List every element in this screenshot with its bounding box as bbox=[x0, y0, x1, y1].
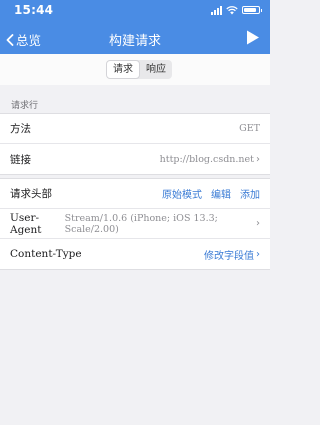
headers-actions: 原始模式 编辑 添加 bbox=[162, 186, 260, 201]
url-value-wrap: http://blog.csdn.net › bbox=[160, 154, 260, 165]
edit-button[interactable]: 编辑 bbox=[211, 186, 231, 201]
header-name: User-Agent bbox=[10, 211, 42, 236]
headers-title: 请求头部 bbox=[10, 188, 52, 200]
chevron-right-icon: › bbox=[256, 218, 260, 229]
chevron-right-icon: › bbox=[256, 248, 260, 260]
header-value: 修改字段值 bbox=[204, 250, 254, 262]
status-time: 15:44 bbox=[14, 3, 54, 17]
add-button[interactable]: 添加 bbox=[240, 186, 260, 201]
headers-title-row: 请求头部 原始模式 编辑 添加 bbox=[0, 179, 270, 209]
header-value: Stream/1.0.6 (iPhone; iOS 13.3; Scale/2.… bbox=[64, 212, 218, 235]
status-icons bbox=[211, 5, 262, 15]
segment-request[interactable]: 请求 bbox=[106, 60, 140, 79]
send-play-icon[interactable] bbox=[246, 30, 260, 45]
header-name: Content-Type bbox=[10, 248, 82, 260]
method-value: GET bbox=[239, 123, 260, 134]
header-row-user-agent[interactable]: User-Agent Stream/1.0.6 (iPhone; iOS 13.… bbox=[0, 209, 270, 239]
cellular-signal-icon bbox=[211, 5, 222, 15]
header-value-wrap: Stream/1.0.6 (iPhone; iOS 13.3; Scale/2.… bbox=[65, 213, 260, 235]
segment-response[interactable]: 响应 bbox=[140, 60, 172, 79]
request-line-group: 方法 GET 链接 http://blog.csdn.net › bbox=[0, 113, 270, 175]
method-row[interactable]: 方法 GET bbox=[0, 114, 270, 144]
page-title: 构建请求 bbox=[108, 34, 161, 49]
chevron-right-icon: › bbox=[256, 153, 260, 165]
wifi-icon bbox=[226, 5, 238, 14]
url-label: 链接 bbox=[10, 153, 31, 166]
segment-area: 请求 响应 bbox=[0, 54, 270, 85]
status-bar: 15:44 bbox=[0, 0, 270, 20]
headers-group: 请求头部 原始模式 编辑 添加 User-Agent Stream/1.0.6 … bbox=[0, 178, 270, 270]
method-label: 方法 bbox=[10, 123, 31, 135]
battery-icon bbox=[242, 6, 262, 14]
header-value-wrap: 修改字段值 › bbox=[204, 247, 260, 262]
navigation-header: 15:44 总览 构建请求 bbox=[0, 0, 270, 54]
url-row[interactable]: 链接 http://blog.csdn.net › bbox=[0, 144, 270, 174]
section-label-request-line: 请求行 bbox=[11, 101, 39, 111]
request-response-segmented-control: 请求 响应 bbox=[106, 60, 172, 79]
url-value: http://blog.csdn.net bbox=[159, 153, 254, 165]
header-row-content-type[interactable]: Content-Type 修改字段值 › bbox=[0, 239, 270, 269]
nav-bar: 总览 构建请求 bbox=[0, 24, 270, 52]
raw-mode-button[interactable]: 原始模式 bbox=[162, 186, 202, 201]
